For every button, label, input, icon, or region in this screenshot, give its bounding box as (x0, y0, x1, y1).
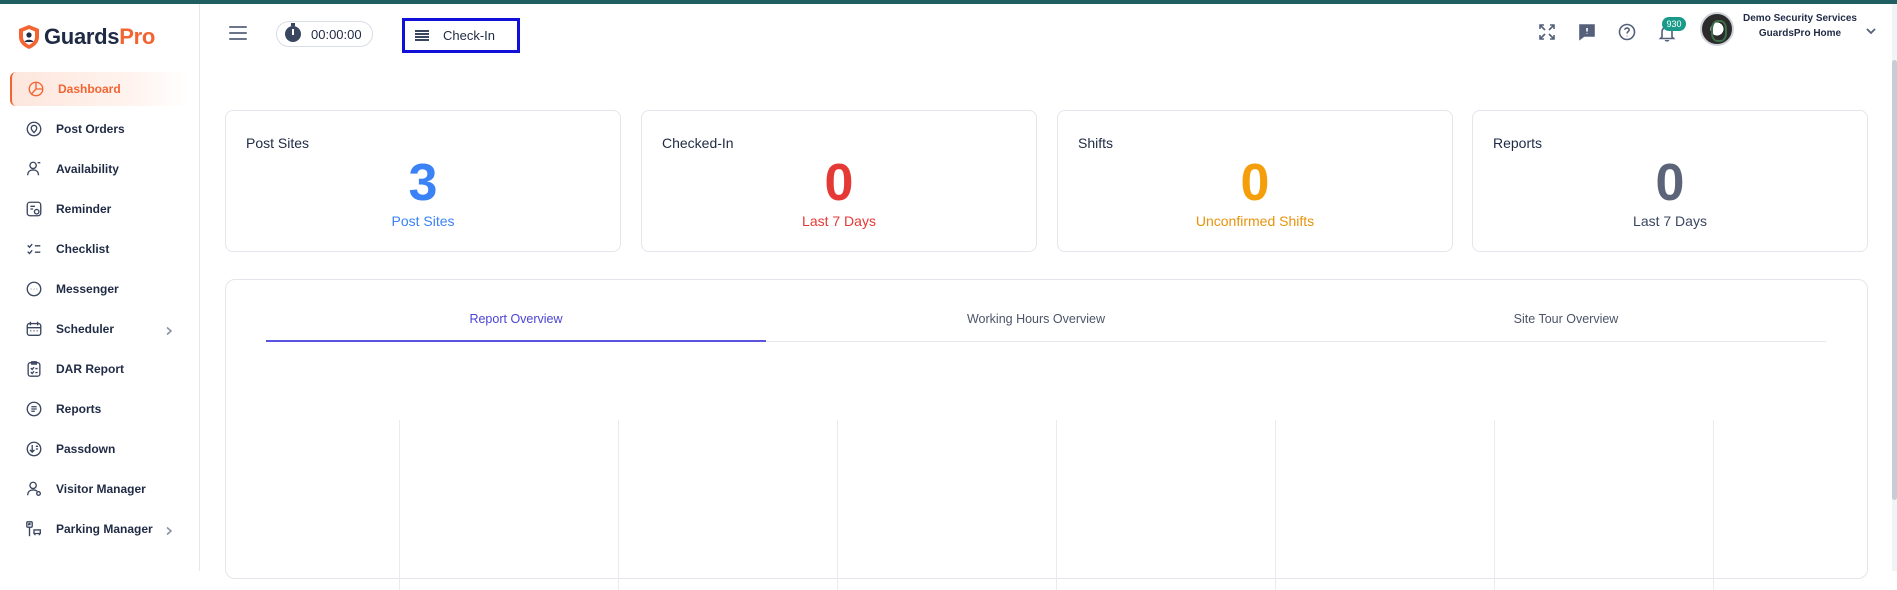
card-shifts[interactable]: Shifts 0 Unconfirmed Shifts (1057, 110, 1453, 252)
card-subtitle: Unconfirmed Shifts (1195, 213, 1315, 229)
chevron-right-icon (164, 523, 174, 536)
card-value: 0 (1655, 154, 1685, 212)
sidebar-item-label: Reports (56, 402, 102, 416)
notification-count-badge: 930 (1662, 17, 1686, 31)
sidebar: GuardsPro Dashboard Post Orders Availabi… (0, 4, 200, 571)
fullscreen-icon[interactable] (1537, 22, 1557, 42)
company-name: Demo Security Services (1743, 13, 1857, 24)
sidebar-item-checklist[interactable]: Checklist (10, 232, 188, 266)
card-subtitle: Last 7 Days (802, 213, 876, 229)
sidebar-item-messenger[interactable]: Messenger (10, 272, 188, 306)
tab-report-overview[interactable]: Report Overview (266, 310, 766, 342)
chart-gridline (618, 420, 619, 590)
sidebar-item-label: Checklist (56, 242, 110, 256)
card-value: 0 (824, 154, 854, 212)
timer-value: 00:00:00 (311, 26, 362, 42)
reminder-icon (24, 199, 44, 219)
reports-icon (24, 399, 44, 419)
chart-gridline (1494, 420, 1495, 590)
card-reports[interactable]: Reports 0 Last 7 Days (1472, 110, 1868, 252)
avatar[interactable] (1700, 12, 1734, 46)
chart-gridline (1275, 420, 1276, 590)
sidebar-item-parking-manager[interactable]: Parking Manager (10, 512, 188, 546)
sidebar-item-post-orders[interactable]: Post Orders (10, 112, 188, 146)
parking-manager-icon (24, 519, 44, 539)
card-value: 0 (1240, 154, 1270, 212)
chart-gridline (1056, 420, 1057, 590)
sidebar-item-passdown[interactable]: Passdown (10, 432, 188, 466)
brand-name-part1: Guards (44, 24, 120, 49)
card-post-sites[interactable]: Post Sites 3 Post Sites (225, 110, 621, 252)
dashboard-icon (26, 79, 46, 99)
check-in-label: Check-In (443, 28, 496, 43)
sidebar-item-label: Dashboard (58, 82, 121, 96)
messenger-icon (24, 279, 44, 299)
sidebar-item-label: Post Orders (56, 122, 125, 136)
location-name: GuardsPro Home (1758, 28, 1842, 39)
chevron-down-icon[interactable] (1865, 24, 1877, 36)
brand-logo[interactable]: GuardsPro (18, 24, 155, 50)
sidebar-item-label: DAR Report (56, 362, 124, 376)
scheduler-icon (24, 319, 44, 339)
card-title: Post Sites (246, 135, 310, 151)
company-switcher[interactable]: Demo Security Services GuardsPro Home (1741, 13, 1859, 39)
sidebar-item-label: Messenger (56, 282, 119, 296)
list-icon (415, 29, 429, 42)
dar-report-icon (24, 359, 44, 379)
checklist-icon (24, 239, 44, 259)
top-header: 00:00:00 Check-In 930 Demo Security Serv… (201, 4, 1897, 66)
overview-panel: Report Overview Working Hours Overview S… (225, 279, 1868, 590)
shift-timer: 00:00:00 (276, 21, 373, 47)
overview-tabs: Report Overview Working Hours Overview S… (266, 310, 1826, 342)
card-title: Shifts (1078, 135, 1114, 151)
chart-gridline (837, 420, 838, 590)
sidebar-item-reminder[interactable]: Reminder (10, 192, 188, 226)
post-orders-icon (24, 119, 44, 139)
card-subtitle: Last 7 Days (1633, 213, 1707, 229)
tab-working-hours-overview[interactable]: Working Hours Overview (786, 310, 1286, 342)
chart-gridline (1713, 420, 1714, 590)
sidebar-item-label: Passdown (56, 442, 116, 456)
sidebar-item-label: Visitor Manager (56, 482, 146, 496)
card-checked-in[interactable]: Checked-In 0 Last 7 Days (641, 110, 1037, 252)
sidebar-item-availability[interactable]: Availability (10, 152, 188, 186)
card-value: 3 (408, 154, 438, 212)
chart-area (226, 420, 1869, 590)
sidebar-item-scheduler[interactable]: Scheduler (10, 312, 188, 346)
brand-name: GuardsPro (44, 24, 155, 50)
passdown-icon (24, 439, 44, 459)
sidebar-item-reports[interactable]: Reports (10, 392, 188, 426)
sidebar-item-label: Parking Manager (56, 522, 153, 536)
visitor-manager-icon (24, 479, 44, 499)
chevron-right-icon (164, 323, 174, 336)
chart-gridline (399, 420, 400, 590)
check-in-button[interactable]: Check-In (402, 18, 520, 53)
sidebar-nav: Dashboard Post Orders Availability Remin… (10, 72, 188, 552)
sidebar-item-label: Reminder (56, 202, 112, 216)
availability-icon (24, 159, 44, 179)
card-title: Checked-In (662, 135, 734, 151)
sidebar-item-label: Scheduler (56, 322, 115, 336)
sidebar-item-visitor-manager[interactable]: Visitor Manager (10, 472, 188, 506)
shield-logo-icon (19, 25, 39, 49)
sidebar-item-label: Availability (56, 162, 119, 176)
help-icon[interactable] (1617, 22, 1637, 42)
card-subtitle: Post Sites (391, 213, 455, 229)
feedback-icon[interactable] (1577, 22, 1597, 42)
tab-site-tour-overview[interactable]: Site Tour Overview (1316, 310, 1816, 342)
sidebar-item-dashboard[interactable]: Dashboard (10, 72, 188, 106)
stopwatch-icon (285, 23, 301, 42)
card-title: Reports (1493, 135, 1543, 151)
scrollbar-thumb[interactable] (1892, 60, 1897, 500)
sidebar-item-dar-report[interactable]: DAR Report (10, 352, 188, 386)
menu-toggle-icon[interactable] (229, 26, 247, 40)
brand-name-part2: Pro (119, 24, 156, 49)
